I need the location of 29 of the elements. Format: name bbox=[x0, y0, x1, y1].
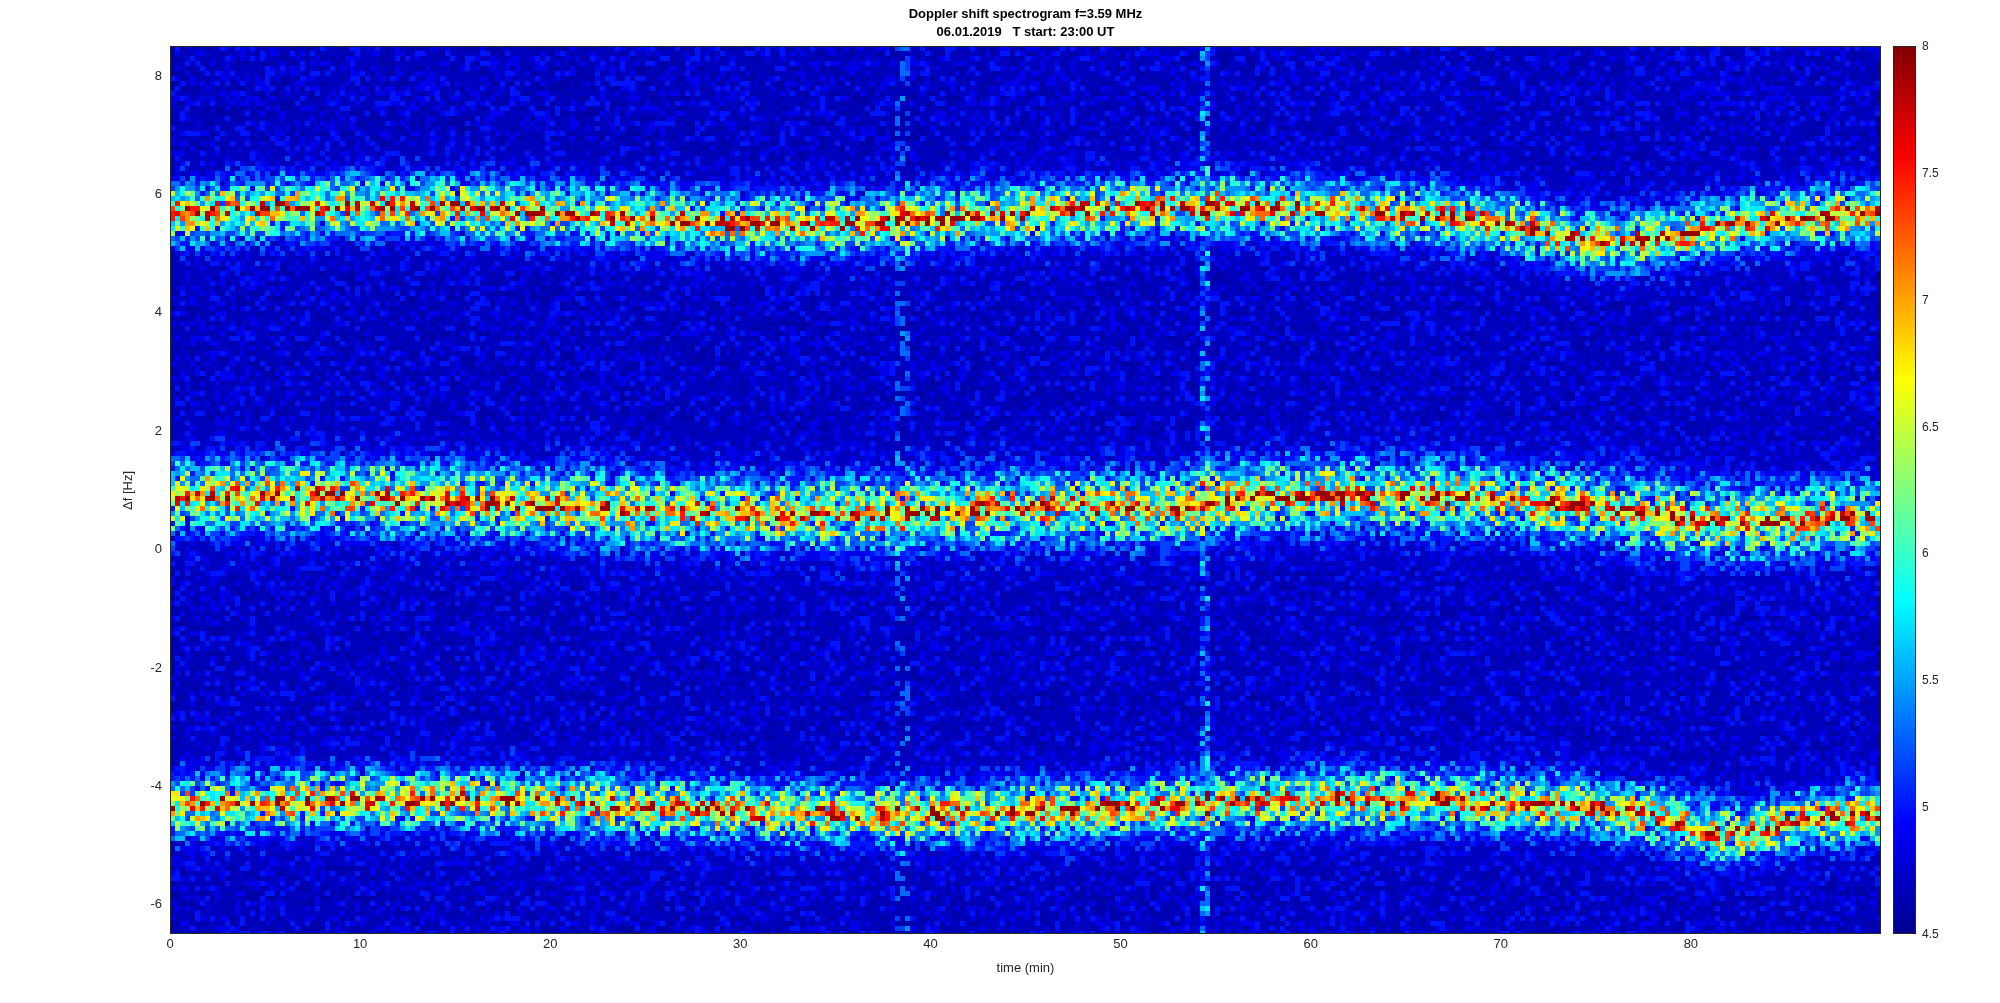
axis-tick-label: 30 bbox=[733, 937, 748, 951]
colorbar-tick-label: 4.5 bbox=[1922, 927, 1939, 941]
axis-tick-label: 2 bbox=[154, 423, 162, 438]
axis-label: time (min) bbox=[996, 960, 1055, 975]
axis-tick-label: 10 bbox=[352, 937, 368, 951]
axis-tick-label: -6 bbox=[150, 897, 162, 912]
axis-tick-label: 8 bbox=[154, 68, 162, 83]
colorbar-tick-label: 8 bbox=[1922, 39, 1929, 53]
colorbar-tick-label: 5.5 bbox=[1922, 673, 1939, 688]
colorbar-tick-label: 6 bbox=[1922, 546, 1929, 561]
axis-tick-label: 80 bbox=[1683, 937, 1699, 951]
axis-tick-label: 40 bbox=[923, 937, 938, 951]
colorbar-tick-label: 7.5 bbox=[1922, 165, 1939, 180]
axis-tick-label: 0 bbox=[166, 937, 174, 951]
axis-tick-label: 60 bbox=[1303, 937, 1318, 951]
axis-tick-label: -4 bbox=[150, 779, 162, 793]
axis-tick-label: 70 bbox=[1493, 937, 1508, 951]
axis-tick-label: 0 bbox=[154, 542, 162, 557]
chart-subtitle: 06.01.2019 T start: 23:00 UT bbox=[936, 23, 1115, 41]
axis-tick-label: 50 bbox=[1113, 937, 1128, 951]
colorbar-tick-label: 7 bbox=[1922, 292, 1929, 307]
colorbar-tick-label: 6.5 bbox=[1922, 419, 1939, 434]
chart-title: Doppler shift spectrogram f=3.59 MHz bbox=[908, 5, 1143, 23]
axis-tick-label: -2 bbox=[150, 660, 162, 675]
axis-tick-label: 20 bbox=[543, 937, 558, 951]
axis-tick-label: 4 bbox=[154, 305, 162, 320]
colorbar-tick-label: 5 bbox=[1922, 800, 1929, 815]
axis-tick-label: 6 bbox=[154, 187, 162, 201]
axis-label: Δf [Hz] bbox=[120, 470, 136, 510]
